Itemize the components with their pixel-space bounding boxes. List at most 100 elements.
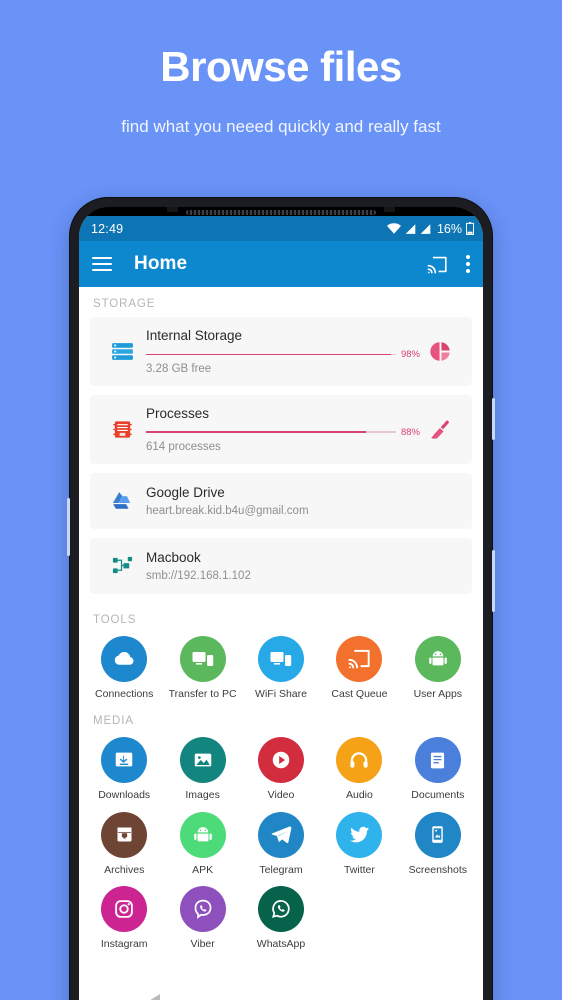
whatsapp-icon bbox=[270, 898, 292, 920]
storage-item-processes[interactable]: Processes 88% 614 processes bbox=[90, 394, 472, 464]
media-placeholder bbox=[399, 886, 477, 951]
android-navigation-bar bbox=[79, 994, 483, 1000]
media-instagram[interactable]: Instagram bbox=[85, 886, 163, 951]
media-row-3: Instagram Viber WhatsApp bbox=[79, 880, 483, 955]
tile-circle bbox=[101, 886, 148, 933]
power-button[interactable] bbox=[492, 398, 495, 440]
tool-user-apps[interactable]: User Apps bbox=[399, 635, 477, 701]
storage-item-macbook[interactable]: Macbook smb://192.168.1.102 bbox=[90, 537, 472, 594]
storage-progress: 98% bbox=[146, 349, 420, 360]
cast-icon bbox=[348, 648, 371, 669]
progress-track bbox=[146, 431, 396, 434]
tool-cast-queue[interactable]: Cast Queue bbox=[320, 635, 398, 701]
tools-row: Connections Transfer to PC WiFi Share Ca… bbox=[79, 633, 483, 705]
status-bar: 12:49 16% bbox=[79, 216, 483, 241]
android-icon bbox=[427, 648, 449, 670]
tile-circle bbox=[179, 886, 226, 933]
media-placeholder bbox=[320, 886, 398, 951]
tile-circle bbox=[179, 737, 226, 784]
phone-screen: 12:49 16% Home STORAGE Internal Storage … bbox=[79, 216, 483, 1000]
network-share-icon bbox=[102, 554, 142, 577]
tool-wifi-share[interactable]: WiFi Share bbox=[242, 635, 320, 701]
promo-header: Browse files find what you neeed quickly… bbox=[0, 0, 562, 137]
storage-item-google-drive[interactable]: Google Drive heart.break.kid.b4u@gmail.c… bbox=[90, 472, 472, 529]
storage-progress: 88% bbox=[146, 427, 420, 438]
tile-label: APK bbox=[192, 863, 214, 876]
storage-item-title: Processes bbox=[146, 405, 210, 421]
image-icon bbox=[192, 749, 214, 771]
section-header-media: MEDIA bbox=[93, 715, 134, 728]
tile-label: Telegram bbox=[259, 863, 303, 876]
storage-item-subtitle: smb://192.168.1.102 bbox=[146, 569, 251, 582]
media-audio[interactable]: Audio bbox=[320, 737, 398, 802]
tile-label: WhatsApp bbox=[256, 938, 306, 951]
instagram-icon bbox=[113, 898, 135, 920]
media-viber[interactable]: Viber bbox=[163, 886, 241, 951]
headphone-icon bbox=[348, 749, 370, 771]
battery-icon bbox=[466, 222, 474, 235]
tile-label: Images bbox=[185, 789, 220, 802]
media-archives[interactable]: Archives bbox=[85, 811, 163, 877]
kebab-menu-icon[interactable] bbox=[466, 255, 470, 273]
tile-circle bbox=[414, 811, 461, 858]
media-telegram[interactable]: Telegram bbox=[242, 811, 320, 877]
tile-circle bbox=[179, 635, 226, 682]
progress-track bbox=[146, 353, 396, 356]
tool-transfer-to-pc[interactable]: Transfer to PC bbox=[163, 635, 241, 701]
tile-label: Connections bbox=[95, 687, 154, 700]
server-stack-icon bbox=[102, 339, 142, 364]
storage-item-title: Internal Storage bbox=[146, 328, 243, 343]
assistant-button[interactable] bbox=[67, 498, 70, 556]
tile-label: User Apps bbox=[413, 687, 463, 700]
section-header-tools: TOOLS bbox=[93, 613, 137, 626]
broom-icon[interactable] bbox=[420, 418, 460, 441]
tool-connections[interactable]: Connections bbox=[85, 635, 163, 701]
archive-box-icon bbox=[114, 824, 135, 845]
volume-button[interactable] bbox=[492, 550, 495, 612]
android-icon bbox=[192, 824, 214, 846]
app-bar-title: Home bbox=[134, 253, 188, 274]
media-screenshots[interactable]: Screenshots bbox=[399, 811, 477, 877]
tile-circle bbox=[258, 886, 305, 933]
progress-percent: 88% bbox=[400, 426, 420, 438]
media-video[interactable]: Video bbox=[242, 737, 320, 802]
telegram-icon bbox=[270, 823, 293, 846]
monitor-phone-icon bbox=[269, 648, 293, 670]
tile-circle bbox=[179, 811, 226, 858]
media-row-1: Downloads Images Video Audio Documents bbox=[79, 734, 483, 806]
tile-label: Screenshots bbox=[408, 863, 468, 876]
tile-label: Documents bbox=[411, 789, 465, 802]
tile-label: Transfer to PC bbox=[168, 687, 237, 700]
home-content: STORAGE Internal Storage 98% 3.28 GB fre… bbox=[79, 287, 483, 994]
media-documents[interactable]: Documents bbox=[399, 737, 477, 802]
wifi-icon bbox=[386, 223, 401, 234]
tile-label: Audio bbox=[345, 789, 373, 802]
progress-fill bbox=[146, 353, 391, 356]
media-twitter[interactable]: Twitter bbox=[320, 811, 398, 877]
progress-percent: 98% bbox=[400, 348, 420, 360]
tile-circle bbox=[414, 635, 461, 682]
tile-circle bbox=[101, 811, 148, 858]
storage-item-subtitle: heart.break.kid.b4u@gmail.com bbox=[146, 504, 309, 517]
media-apk[interactable]: APK bbox=[163, 811, 241, 877]
storage-item-internal-storage[interactable]: Internal Storage 98% 3.28 GB free bbox=[90, 317, 472, 386]
media-images[interactable]: Images bbox=[163, 737, 241, 802]
earpiece-speaker bbox=[186, 210, 376, 215]
hamburger-icon[interactable] bbox=[92, 257, 112, 271]
storage-item-subtitle: 614 processes bbox=[146, 440, 221, 453]
tile-circle bbox=[336, 737, 383, 784]
cast-icon[interactable] bbox=[427, 255, 448, 274]
cloud-icon bbox=[112, 647, 136, 671]
media-downloads[interactable]: Downloads bbox=[85, 737, 163, 802]
tile-circle bbox=[101, 737, 148, 784]
media-row-2: Archives APK Telegram Twitter Screenshot… bbox=[79, 806, 483, 881]
tile-circle bbox=[414, 737, 461, 784]
pie-chart-icon[interactable] bbox=[420, 340, 460, 363]
tile-circle bbox=[336, 635, 383, 682]
signal-icon bbox=[405, 223, 416, 234]
media-whatsapp[interactable]: WhatsApp bbox=[242, 886, 320, 951]
signal-icon bbox=[420, 223, 431, 234]
app-bar: Home bbox=[79, 241, 483, 287]
status-time: 12:49 bbox=[91, 221, 124, 236]
tile-label: Cast Queue bbox=[331, 687, 388, 700]
